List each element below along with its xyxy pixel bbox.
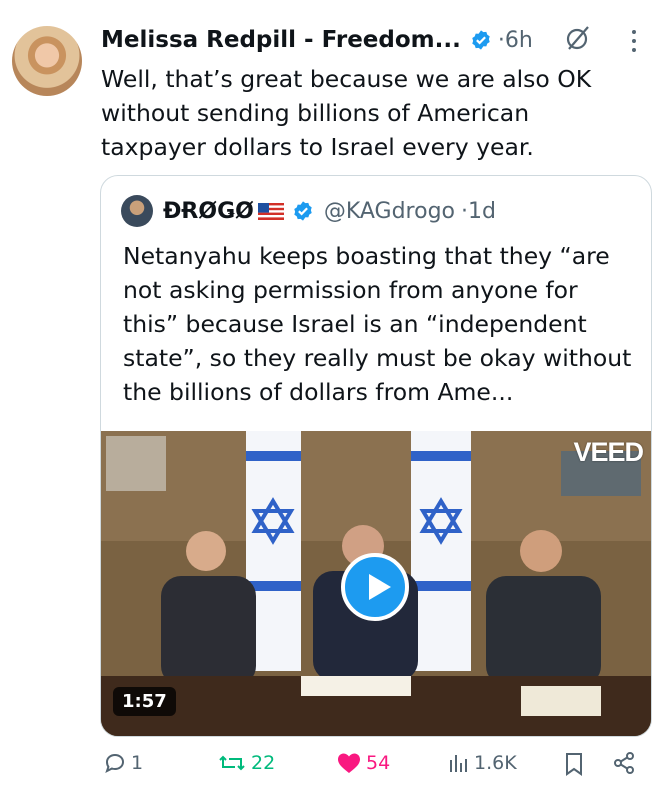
verified-badge-icon xyxy=(472,30,490,50)
author-avatar[interactable] xyxy=(12,26,82,96)
reply-count: 1 xyxy=(131,752,144,774)
views-count: 1.6K xyxy=(474,752,517,774)
quoted-avatar[interactable] xyxy=(121,195,153,227)
share-icon xyxy=(614,752,634,774)
play-icon[interactable] xyxy=(341,553,409,621)
header-separator: · xyxy=(497,27,505,53)
share-button[interactable] xyxy=(612,751,636,775)
quoted-post[interactable]: ĐɌØǤØ @KAGdrogo · 1d Netanyahu keeps boa… xyxy=(100,175,652,737)
reply-icon xyxy=(105,753,125,773)
like-icon xyxy=(338,753,360,773)
like-count: 54 xyxy=(366,752,391,774)
reply-button[interactable]: 1 xyxy=(103,751,143,775)
verified-badge-icon xyxy=(294,201,312,221)
repost-button[interactable]: 22 xyxy=(217,751,275,775)
bookmark-icon xyxy=(566,753,582,776)
repost-icon xyxy=(219,755,245,771)
action-bar: 1 22 54 1.6K xyxy=(0,745,670,785)
video-player[interactable]: VEED 1:57 xyxy=(101,431,651,736)
video-watermark: VEED xyxy=(573,437,644,467)
like-button[interactable]: 54 xyxy=(336,751,390,775)
repost-count: 22 xyxy=(251,752,276,774)
bookmark-button[interactable] xyxy=(563,751,585,777)
quoted-handle[interactable]: @KAGdrogo xyxy=(324,199,455,224)
video-duration: 1:57 xyxy=(113,687,176,716)
views-button[interactable]: 1.6K xyxy=(446,751,517,775)
views-icon xyxy=(450,755,467,772)
quoted-text: Netanyahu keeps boasting that they “are … xyxy=(123,242,632,406)
post-header: Melissa Redpill - Freedom... · 6h xyxy=(101,22,533,58)
quoted-header: ĐɌØǤØ @KAGdrogo · 1d xyxy=(121,194,496,228)
grok-icon[interactable] xyxy=(564,24,592,52)
post-text: Well, that’s great because we are also O… xyxy=(101,65,592,161)
author-name[interactable]: Melissa Redpill - Freedom... xyxy=(101,27,461,53)
flag-us-icon xyxy=(257,202,284,220)
post-time[interactable]: 6h xyxy=(505,28,533,53)
quoted-author-name[interactable]: ĐɌØǤØ xyxy=(163,199,254,224)
more-icon[interactable] xyxy=(628,26,640,56)
quoted-separator: · xyxy=(461,198,469,224)
quoted-time[interactable]: 1d xyxy=(468,199,496,224)
